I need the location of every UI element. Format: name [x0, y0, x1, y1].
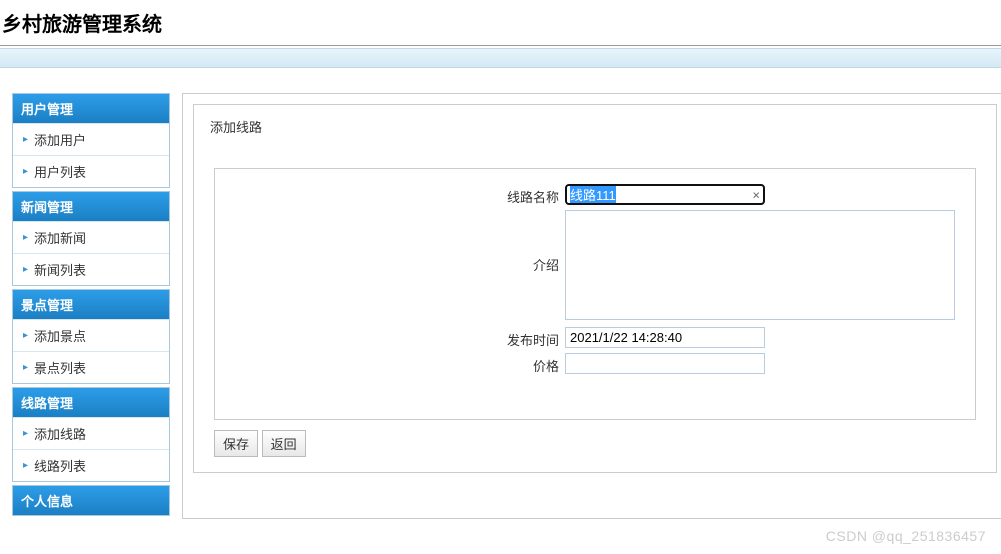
chevron-right-icon: ▸ [23, 264, 28, 275]
sidebar: 用户管理 ▸ 添加用户 ▸ 用户列表 新闻管理 ▸ 添加新闻 ▸ 新闻列表 景点… [12, 93, 170, 519]
app-title: 乡村旅游管理系统 [0, 8, 1001, 37]
label-intro: 介绍 [235, 210, 565, 274]
chevron-right-icon: ▸ [23, 428, 28, 439]
menu-header-users: 用户管理 [13, 94, 169, 123]
label-price: 价格 [235, 353, 565, 375]
menu-section-routes: 线路管理 ▸ 添加线路 ▸ 线路列表 [12, 387, 170, 482]
label-route-name: 线路名称 [235, 184, 565, 206]
chevron-right-icon: ▸ [23, 330, 28, 341]
sidebar-item-user-list[interactable]: ▸ 用户列表 [13, 155, 169, 187]
sidebar-item-news-list[interactable]: ▸ 新闻列表 [13, 253, 169, 285]
menu-header-spots: 景点管理 [13, 290, 169, 319]
row-price: 价格 [235, 353, 955, 375]
sidebar-item-label: 景点列表 [34, 358, 86, 377]
row-intro: 介绍 [235, 210, 955, 323]
main-container: 用户管理 ▸ 添加用户 ▸ 用户列表 新闻管理 ▸ 添加新闻 ▸ 新闻列表 景点… [0, 93, 1001, 519]
chevron-right-icon: ▸ [23, 232, 28, 243]
header-divider [0, 48, 1001, 68]
price-wrap [565, 353, 765, 374]
intro-wrap [565, 210, 955, 323]
form-body: 线路名称 × 介绍 发布时间 [214, 168, 976, 420]
form-actions: 保存 返回 [214, 430, 976, 457]
menu-section-spots: 景点管理 ▸ 添加景点 ▸ 景点列表 [12, 289, 170, 384]
sidebar-item-label: 用户列表 [34, 162, 86, 181]
price-input[interactable] [565, 353, 765, 374]
publish-time-wrap [565, 327, 765, 348]
form-wrap: 添加线路 线路名称 × 介绍 发布时间 [193, 104, 997, 473]
main-panel: 添加线路 线路名称 × 介绍 发布时间 [182, 93, 1001, 519]
row-route-name: 线路名称 × [235, 184, 955, 206]
chevron-right-icon: ▸ [23, 134, 28, 145]
sidebar-item-add-route[interactable]: ▸ 添加线路 [13, 417, 169, 449]
route-name-input[interactable] [565, 184, 765, 205]
chevron-right-icon: ▸ [23, 460, 28, 471]
sidebar-item-label: 添加用户 [34, 130, 86, 149]
menu-header-profile[interactable]: 个人信息 [13, 486, 169, 515]
panel-title: 添加线路 [194, 105, 996, 148]
sidebar-item-label: 添加景点 [34, 326, 86, 345]
sidebar-item-spot-list[interactable]: ▸ 景点列表 [13, 351, 169, 383]
intro-textarea[interactable] [565, 210, 955, 320]
sidebar-item-add-user[interactable]: ▸ 添加用户 [13, 123, 169, 155]
menu-section-profile: 个人信息 [12, 485, 170, 516]
publish-time-input[interactable] [565, 327, 765, 348]
clear-icon[interactable]: × [752, 187, 760, 202]
sidebar-item-label: 线路列表 [34, 456, 86, 475]
back-button[interactable]: 返回 [262, 430, 306, 457]
watermark: CSDN @qq_251836457 [826, 528, 986, 544]
chevron-right-icon: ▸ [23, 362, 28, 373]
sidebar-item-label: 添加新闻 [34, 228, 86, 247]
menu-header-routes: 线路管理 [13, 388, 169, 417]
menu-section-news: 新闻管理 ▸ 添加新闻 ▸ 新闻列表 [12, 191, 170, 286]
save-button[interactable]: 保存 [214, 430, 258, 457]
label-publish-time: 发布时间 [235, 327, 565, 349]
sidebar-item-route-list[interactable]: ▸ 线路列表 [13, 449, 169, 481]
app-header: 乡村旅游管理系统 [0, 0, 1001, 46]
row-publish-time: 发布时间 [235, 327, 955, 349]
chevron-right-icon: ▸ [23, 166, 28, 177]
menu-header-news: 新闻管理 [13, 192, 169, 221]
route-name-wrap: × [565, 184, 765, 205]
sidebar-item-label: 添加线路 [34, 424, 86, 443]
sidebar-item-label: 新闻列表 [34, 260, 86, 279]
menu-section-users: 用户管理 ▸ 添加用户 ▸ 用户列表 [12, 93, 170, 188]
sidebar-item-add-news[interactable]: ▸ 添加新闻 [13, 221, 169, 253]
sidebar-item-add-spot[interactable]: ▸ 添加景点 [13, 319, 169, 351]
